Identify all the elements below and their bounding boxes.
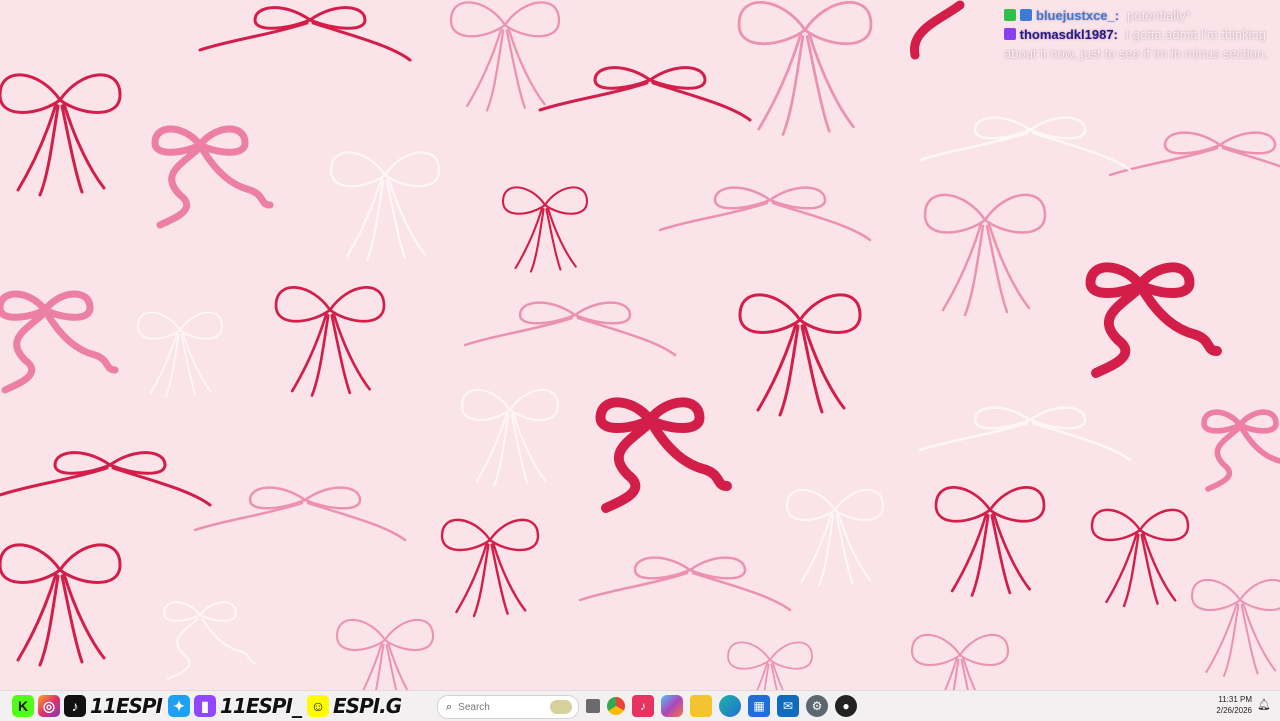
pinned-apps: ♪ ▦ ✉ ⚙ ● xyxy=(586,691,857,721)
bow-wallpaper xyxy=(0,0,1280,690)
subscriber-badge-icon xyxy=(1004,9,1016,21)
chat-overlay: bluejustxce_: potentially* thomasdkl1987… xyxy=(1004,6,1276,63)
edge-icon[interactable] xyxy=(719,695,741,717)
notification-bell-icon[interactable]: 🔔︎ xyxy=(1257,698,1271,712)
copilot-icon[interactable] xyxy=(661,695,683,717)
twitter-icon: ✦ xyxy=(168,695,190,717)
tiktok-icon: ♪ xyxy=(64,695,86,717)
twitch-icon: ▮ xyxy=(194,695,216,717)
taskbar: K ◎ ♪ 11ESPI ✦ ▮ 11ESPI_ ☺ ESPI.G ⌕ Sear… xyxy=(0,690,1280,721)
gift-badge-icon xyxy=(1020,9,1032,21)
obs-icon[interactable]: ● xyxy=(835,695,857,717)
instagram-icon: ◎ xyxy=(38,695,60,717)
prime-badge-icon xyxy=(1004,28,1016,40)
chat-username: bluejustxce_: xyxy=(1036,8,1120,23)
chrome-icon[interactable] xyxy=(607,697,625,715)
chat-username: thomasdkl1987: xyxy=(1019,27,1118,42)
social-handle: ESPI.G xyxy=(333,694,402,718)
store-icon[interactable]: ▦ xyxy=(748,695,770,717)
capcut-icon[interactable]: ♪ xyxy=(632,695,654,717)
chat-text: potentially* xyxy=(1127,8,1191,23)
settings-icon[interactable]: ⚙ xyxy=(806,695,828,717)
outlook-icon[interactable]: ✉ xyxy=(777,695,799,717)
chat-message: thomasdkl1987: I gotta admit I'm thinkin… xyxy=(1004,25,1276,63)
search-placeholder: Search xyxy=(458,701,490,713)
system-clock[interactable]: 11:31 PM 2/26/2026 xyxy=(1202,694,1252,716)
kick-icon: K xyxy=(12,695,34,717)
task-view-icon[interactable] xyxy=(586,699,600,713)
social-handle: 11ESPI_ xyxy=(220,694,302,718)
clock-date: 2/26/2026 xyxy=(1216,706,1252,715)
file-explorer-icon[interactable] xyxy=(690,695,712,717)
social-handles-overlay: K ◎ ♪ 11ESPI ✦ ▮ 11ESPI_ ☺ ESPI.G xyxy=(12,691,403,721)
taskbar-search[interactable]: ⌕ Search xyxy=(437,695,579,719)
social-handle: 11ESPI xyxy=(90,694,163,718)
clock-time: 11:31 PM xyxy=(1218,695,1252,704)
search-highlight-icon xyxy=(550,700,572,714)
snapchat-icon: ☺ xyxy=(307,695,329,717)
chat-message: bluejustxce_: potentially* xyxy=(1004,6,1276,25)
search-icon: ⌕ xyxy=(446,700,453,713)
